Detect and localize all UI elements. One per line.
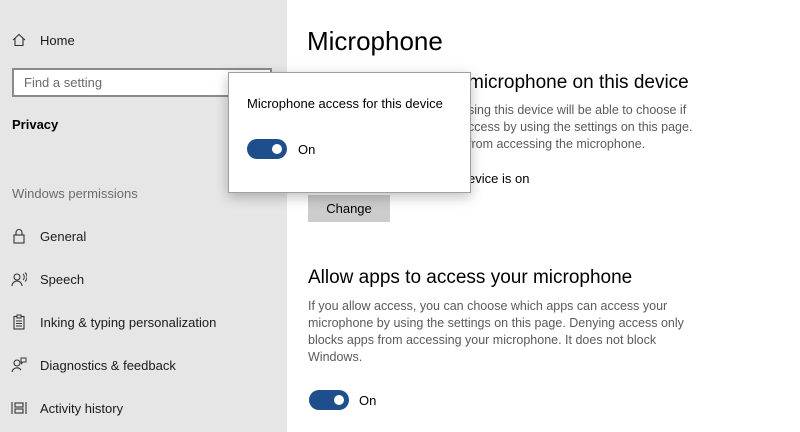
sidebar-section-label: Windows permissions <box>12 186 138 201</box>
toggle-knob <box>334 395 344 405</box>
device-section-desc-line-3: from accessing the microphone. <box>468 137 646 151</box>
sidebar-item-home[interactable]: Home <box>0 22 287 58</box>
device-section-title: microphone on this device <box>468 72 689 93</box>
sidebar-item-speech[interactable]: Speech <box>0 261 287 297</box>
change-button[interactable]: Change <box>308 195 390 222</box>
sidebar-category-title: Privacy <box>12 117 59 132</box>
home-icon <box>11 32 27 48</box>
sidebar: Home Privacy Windows permissions General… <box>0 0 287 432</box>
sidebar-item-activity-history[interactable]: Activity history <box>0 390 287 426</box>
flyout-title: Microphone access for this device <box>247 96 443 111</box>
sidebar-item-label: Activity history <box>40 400 124 416</box>
device-access-toggle[interactable] <box>247 139 287 159</box>
timeline-icon <box>11 400 27 416</box>
sidebar-item-label: Home <box>40 32 75 48</box>
main-content: Microphone microphone on this device sin… <box>287 0 800 432</box>
toggle-knob <box>272 144 282 154</box>
sidebar-item-label: Inking & typing personalization <box>40 314 217 330</box>
sidebar-item-label: Diagnostics & feedback <box>40 357 176 373</box>
clipboard-icon <box>11 314 27 330</box>
apps-access-toggle-label: On <box>359 393 377 408</box>
sidebar-item-label: General <box>40 228 87 244</box>
microphone-access-flyout: Microphone access for this device On <box>228 72 471 193</box>
sidebar-item-diagnostics[interactable]: Diagnostics & feedback <box>0 347 287 383</box>
sidebar-item-label: Speech <box>40 271 85 287</box>
speech-icon <box>11 271 27 287</box>
lock-icon <box>11 228 27 244</box>
device-section-desc-line-2: ccess by using the settings on this page… <box>468 120 693 134</box>
device-access-status: evice is on <box>468 171 530 186</box>
device-access-toggle-label: On <box>298 142 316 157</box>
apps-section-title: Allow apps to access your microphone <box>308 267 633 288</box>
sidebar-item-general[interactable]: General <box>0 218 287 254</box>
page-title: Microphone <box>307 26 443 56</box>
apps-section-desc: If you allow access, you can choose whic… <box>308 299 684 364</box>
device-section-desc-line-1: sing this device will be able to choose … <box>468 103 687 117</box>
apps-access-toggle[interactable] <box>309 390 349 410</box>
sidebar-item-inking-typing[interactable]: Inking & typing personalization <box>0 304 287 340</box>
feedback-icon <box>11 357 27 373</box>
